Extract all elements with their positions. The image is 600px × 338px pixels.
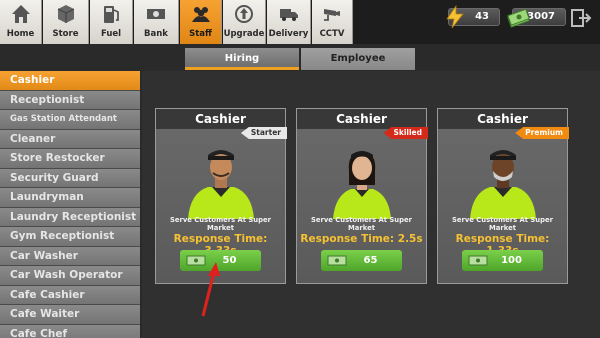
- response-time: Response Time: 2.5s: [300, 233, 423, 245]
- sidebar-item-gym-receptionist[interactable]: Gym Receptionist: [0, 227, 140, 247]
- hire-button-skilled[interactable]: 65: [321, 250, 402, 271]
- nav-fuel-button[interactable]: Fuel: [90, 0, 133, 44]
- nav-home-button[interactable]: Home: [0, 0, 42, 44]
- tier-badge: Starter: [240, 127, 287, 139]
- energy-counter: 43: [446, 5, 500, 29]
- nav-fuel-label: Fuel: [100, 29, 122, 39]
- hire-card-premium: Cashier Premium Serve Customers At Super…: [437, 108, 569, 284]
- sidebar-item-car-washer[interactable]: Car Washer: [0, 246, 140, 266]
- sidebar-item-cafe-waiter[interactable]: Cafe Waiter: [0, 305, 140, 325]
- energy-value: 43: [475, 11, 489, 22]
- nav-store-button[interactable]: Store: [43, 0, 89, 44]
- exit-icon[interactable]: [570, 7, 592, 29]
- sidebar-item-cashier[interactable]: Cashier: [0, 71, 140, 91]
- card-title: Cashier: [438, 109, 567, 129]
- cash-icon: [147, 9, 165, 19]
- top-nav-bar: Home Store Fuel Bank Staff Upgrade Deliv…: [0, 0, 600, 44]
- hire-price: 100: [501, 255, 522, 266]
- fuel-pump-icon: [104, 6, 119, 23]
- female-cashier-avatar: [333, 151, 391, 219]
- senior-cashier-avatar: [470, 150, 536, 219]
- tab-hiring[interactable]: Hiring: [185, 48, 299, 70]
- cash-counter: $3007: [507, 8, 566, 28]
- lightning-icon: [446, 5, 464, 29]
- sidebar-item-laundryman[interactable]: Laundryman: [0, 188, 140, 208]
- nav-home-label: Home: [6, 29, 35, 39]
- hire-price: 65: [363, 255, 378, 266]
- sidebar-item-car-wash-operator[interactable]: Car Wash Operator: [0, 266, 140, 286]
- staff-icon: [191, 7, 210, 22]
- truck-icon: [279, 9, 298, 21]
- card-description: Serve Customers At Super Market: [452, 216, 553, 232]
- card-title: Cashier: [297, 109, 426, 129]
- nav-cctv-button[interactable]: CCTV: [312, 0, 353, 44]
- sidebar-item-receptionist[interactable]: Receptionist: [0, 90, 140, 110]
- hire-card-starter: Cashier Starter Serve Customers At Super…: [155, 108, 287, 284]
- sidebar-item-cafe-cashier[interactable]: Cafe Cashier: [0, 285, 140, 305]
- cash-icon: [327, 255, 347, 266]
- sidebar-item-security-guard[interactable]: Security Guard: [0, 168, 140, 188]
- home-icon: [11, 5, 30, 23]
- card-description: Serve Customers At Super Market: [311, 216, 412, 232]
- camera-icon: [324, 9, 340, 21]
- nav-delivery-label: Delivery: [268, 29, 309, 39]
- tier-badge: Premium: [515, 127, 569, 139]
- cash-icon: [186, 255, 206, 266]
- nav-upgrade-button[interactable]: Upgrade: [223, 0, 266, 44]
- nav-cctv-label: CCTV: [319, 29, 345, 39]
- card-title: Cashier: [156, 109, 285, 129]
- hire-card-skilled: Cashier Skilled Serve Customers At Super…: [296, 108, 428, 284]
- nav-delivery-button[interactable]: Delivery: [267, 0, 311, 44]
- cash-icon: [468, 255, 488, 266]
- nav-bank-label: Bank: [144, 29, 168, 39]
- upgrade-icon: [235, 5, 253, 23]
- box-icon: [57, 5, 74, 23]
- money-stack-icon: [507, 8, 530, 28]
- sidebar-item-store-restocker[interactable]: Store Restocker: [0, 149, 140, 169]
- tier-badge: Skilled: [383, 127, 428, 139]
- nav-store-label: Store: [52, 29, 79, 39]
- sidebar-item-cafe-chef[interactable]: Cafe Chef: [0, 324, 140, 338]
- sidebar-item-gas-station-attendant[interactable]: Gas Station Attendant: [0, 110, 140, 130]
- sidebar-item-laundry-receptionist[interactable]: Laundry Receptionist: [0, 207, 140, 227]
- nav-staff-label: Staff: [189, 29, 212, 39]
- nav-upgrade-label: Upgrade: [223, 29, 265, 39]
- nav-bank-button[interactable]: Bank: [134, 0, 179, 44]
- male-cashier-avatar: [188, 150, 254, 219]
- staff-category-sidebar: Cashier Receptionist Gas Station Attenda…: [0, 71, 140, 338]
- sidebar-item-cleaner[interactable]: Cleaner: [0, 129, 140, 149]
- hire-button-starter[interactable]: 50: [180, 250, 261, 271]
- tab-employee[interactable]: Employee: [301, 48, 415, 70]
- hire-button-premium[interactable]: 100: [462, 250, 543, 271]
- nav-staff-button[interactable]: Staff: [180, 0, 222, 44]
- hire-price: 50: [222, 255, 237, 266]
- card-description: Serve Customers At Super Market: [170, 216, 271, 232]
